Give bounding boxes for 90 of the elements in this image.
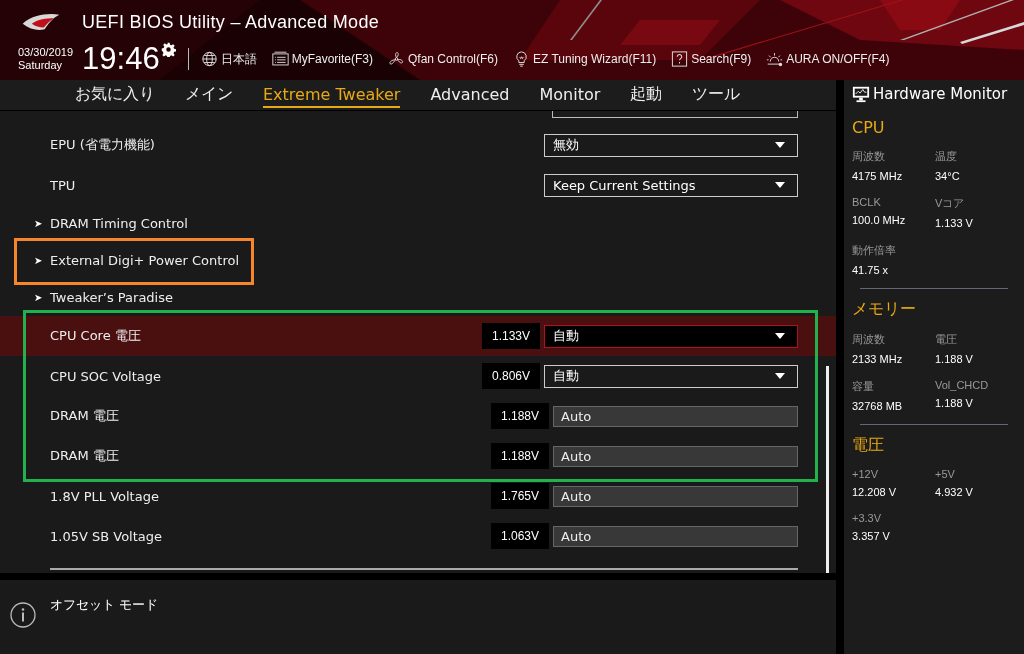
submenu-link[interactable]: DRAM Timing Control (50, 216, 188, 231)
metric-label: BCLK (852, 196, 882, 208)
submenu-link[interactable]: External Digi+ Power Control (50, 253, 239, 268)
caret-icon (775, 142, 785, 148)
panel-title: Hardware Monitor (873, 85, 1008, 103)
metric-value: 41.75 x (852, 264, 890, 276)
metric-label: 周波数 (852, 149, 886, 164)
arrow-icon: ➤ (34, 218, 50, 229)
input-field[interactable]: Auto (553, 405, 798, 427)
input-field[interactable]: Auto (553, 525, 798, 547)
metric-label: 容量 (852, 379, 875, 394)
lamp-icon (766, 51, 784, 67)
metric-value: 100.0 MHz (852, 214, 907, 226)
metric-label: 周波数 (852, 332, 886, 347)
voltage-reading: 1.063V (491, 523, 549, 549)
lightbulb-icon (513, 51, 530, 67)
dropdown-field[interactable]: 自動 (544, 324, 798, 348)
selected-row[interactable]: CPU Core 電圧 1.133V 自動 (0, 316, 836, 356)
metric-value: 12.208 V (852, 486, 898, 498)
setting-label: DRAM 電圧 (49, 447, 120, 465)
toolbar-button[interactable]: 日本語 (200, 50, 257, 68)
metric-label: 動作倍率 (852, 243, 897, 258)
weekday-text: Saturday (18, 59, 64, 72)
menu-tab[interactable]: ツール (692, 81, 741, 109)
toolbar-button[interactable]: EZ Tuning Wizard(F11) (513, 51, 657, 67)
voltage-reading: 0.806V (482, 363, 540, 389)
info-icon (10, 602, 36, 628)
help-text: オフセット モード (50, 596, 159, 614)
metric-value: 3.357 V (852, 530, 891, 542)
toolbar-button[interactable]: Search(F9) (671, 51, 752, 67)
app-title: UEFI BIOS Utility – Advanced Mode (82, 11, 380, 33)
metric-label: +3.3V (852, 512, 883, 524)
dropdown-field[interactable]: 無効 (544, 133, 798, 157)
menu-tab[interactable]: 起動 (630, 81, 663, 109)
scrollbar[interactable] (826, 366, 829, 573)
metric-label: 温度 (935, 149, 958, 164)
voltage-reading: 1.765V (491, 483, 549, 509)
caret-icon (775, 182, 785, 188)
metric-label: +5V (935, 468, 956, 480)
menu-tab[interactable]: Monitor (539, 82, 601, 108)
fan-icon (388, 51, 405, 67)
metric-value: 1.133 V (935, 217, 974, 229)
section-title: 電圧 (852, 435, 885, 456)
toolbar-button[interactable]: Qfan Control(F6) (388, 51, 498, 67)
dropdown-field[interactable]: Keep Current Settings (544, 173, 798, 197)
arrow-icon: ➤ (34, 255, 50, 266)
setting-label: 1.05V SB Voltage (49, 528, 164, 544)
metric-value: 32768 MB (852, 400, 904, 412)
metric-value: 4.932 V (935, 486, 974, 498)
voltage-reading: 1.133V (482, 323, 540, 349)
menu-tab[interactable]: お気に入り (75, 81, 155, 109)
toolbar-button[interactable]: MyFavorite(F3) (271, 51, 373, 67)
setting-label: 1.8V PLL Voltage (49, 488, 160, 504)
metric-value: 34°C (935, 170, 961, 182)
input-field[interactable]: Auto (553, 445, 798, 467)
dropdown-field[interactable]: 自動 (544, 364, 798, 388)
setting-label: EPU (省電力機能) (49, 136, 156, 154)
metric-label: +12V (852, 468, 879, 480)
submenu-link[interactable]: Tweaker’s Paradise (50, 290, 173, 305)
settings-icon[interactable] (160, 42, 176, 57)
input-field[interactable]: Auto (553, 485, 798, 507)
arrow-icon: ➤ (34, 292, 50, 303)
metric-value: 1.188 V (935, 353, 974, 365)
setting-label: CPU SOC Voltage (49, 368, 163, 384)
monitor-icon (852, 85, 870, 103)
list-icon (271, 51, 289, 67)
date-text: 03/30/2019 (18, 46, 74, 59)
metric-value: 2133 MHz (852, 353, 904, 365)
setting-label: TPU (49, 177, 77, 193)
voltage-reading: 1.188V (491, 443, 549, 469)
menu-tab[interactable]: Advanced (430, 82, 510, 108)
section-title: メモリー (852, 299, 917, 320)
metric-label: Vコア (935, 196, 966, 211)
setting-label: CPU Core 電圧 (49, 327, 142, 345)
globe-icon (200, 51, 218, 67)
dropdown-field[interactable] (552, 111, 798, 118)
toolbar-button[interactable]: AURA ON/OFF(F4) (766, 51, 890, 67)
metric-label: 電圧 (935, 332, 958, 347)
caret-icon (775, 373, 785, 379)
metric-value: 4175 MHz (852, 170, 904, 182)
caret-icon (775, 333, 785, 339)
voltage-reading: 1.188V (491, 403, 549, 429)
metric-value: 1.188 V (935, 397, 974, 409)
menu-tab[interactable]: メイン (185, 81, 233, 109)
clock-time: 19:46 (82, 42, 160, 76)
metric-label: Vol_CHCD (935, 379, 990, 391)
section-title: CPU (852, 118, 886, 137)
help-icon (671, 51, 689, 67)
setting-label: DRAM 電圧 (49, 407, 120, 425)
menu-tab[interactable]: Extreme Tweaker (263, 82, 401, 108)
